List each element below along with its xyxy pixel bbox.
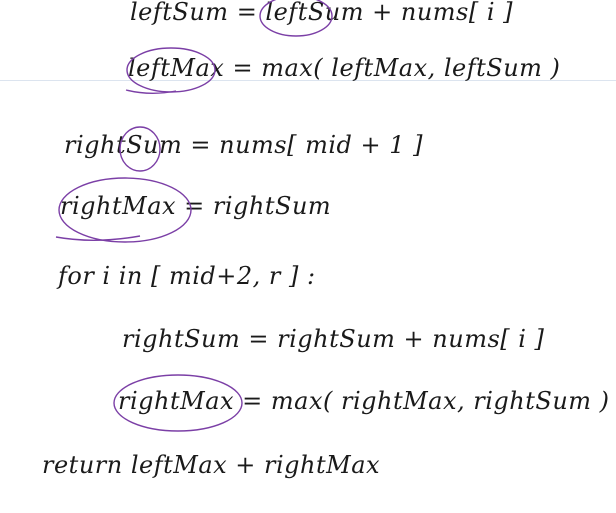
note-line-rightmax-update: rightMax = max( rightMax, rightSum ) xyxy=(118,387,610,415)
note-line-leftmax-update: leftMax = max( leftMax, leftSum ) xyxy=(128,54,561,82)
note-line-rightmax-init: rightMax = rightSum xyxy=(60,192,332,220)
note-line-return: return leftMax + rightMax xyxy=(42,451,381,479)
underline-annotation-rightmax xyxy=(55,235,141,241)
underline-annotation-leftmax xyxy=(125,89,177,94)
note-line-rightsum-update: rightSum = rightSum + nums[ i ] xyxy=(122,325,545,353)
note-line-for-loop: for i in [ mid+2, r ] : xyxy=(58,262,316,290)
handwritten-notes-page: leftSum = leftSum + nums[ i ] leftMax = … xyxy=(0,0,616,513)
note-line-leftsum-update: leftSum = leftSum + nums[ i ] xyxy=(130,0,514,26)
note-line-rightsum-init: rightSum = nums[ mid + 1 ] xyxy=(64,131,424,159)
